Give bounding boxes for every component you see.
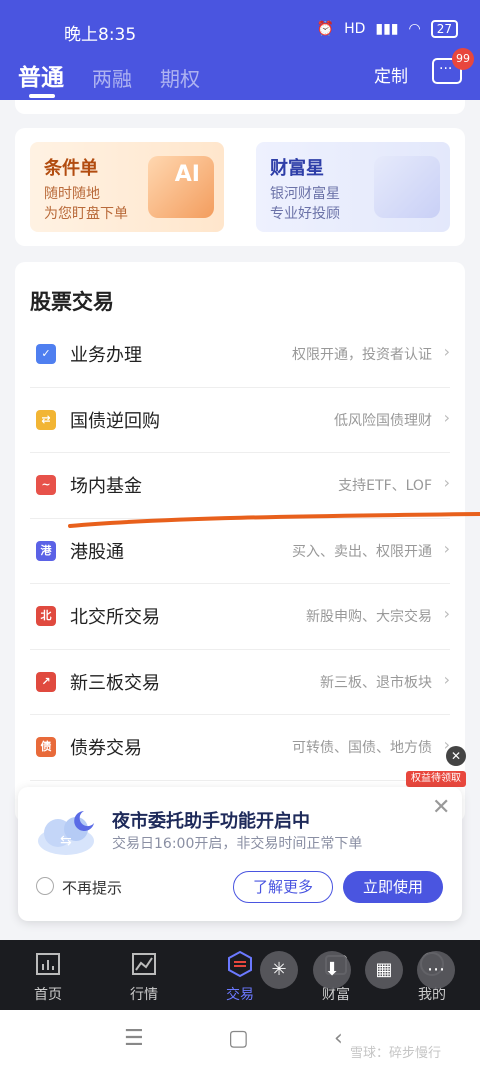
close-icon[interactable]: ✕ [432,795,450,820]
alarm-icon: ⏰ [316,21,335,37]
chevron-right-icon: › [443,407,450,427]
more-icon[interactable]: ⋯ [417,951,455,989]
item-desc: 低风险国债理财 [334,412,432,429]
use-now-button[interactable]: 立即使用 [343,871,443,903]
tab-margin[interactable]: 两融 [92,63,132,92]
trade-mode-tabs: 普通 两融 期权 [18,56,200,92]
chevron-right-icon: › [443,604,450,623]
stock-trading-card: 股票交易 ✓ 业务办理 权限开通，投资者认证 › ⇄ 国债逆回购 低风险国债理财… [15,262,465,822]
trade-icon [228,950,252,978]
list-item[interactable]: ✓ 业务办理 权限开通，投资者认证 › [30,322,450,388]
download-icon[interactable]: ⬇ [313,951,351,989]
chevron-right-icon: › [443,473,450,492]
bond-repo-icon: ⇄ [36,409,56,430]
fund-icon: ~ [36,475,56,495]
learn-more-button[interactable]: 了解更多 [233,871,333,903]
signal-icon: ▮▮▮ [375,21,399,37]
grid-icon[interactable]: ▦ [365,951,403,989]
item-label: 国债逆回购 [70,410,160,432]
item-desc: 可转债、国债、地方债 [292,740,432,756]
neeq-icon: ↗ [36,671,56,692]
item-label: 业务办理 [70,345,142,366]
message-badge: 99 [452,48,474,70]
tab-options[interactable]: 期权 [160,63,200,92]
chevron-right-icon: › [443,669,450,689]
popup-subtitle: 交易日16:00开启，非交易时间正常下单 [112,836,363,852]
hd-label: HD [344,21,366,37]
item-label: 新三板交易 [70,672,160,694]
battery-icon: 27 [430,20,458,38]
customize-button[interactable]: 定制 [374,62,408,87]
status-bar: 晚上8:35 ⏰ HD ▮▮▮ ◠ 27 [64,18,458,46]
dont-show-radio[interactable] [36,877,54,895]
promo-card: 条件单 随时随地 为您盯盘下单 AI 财富星 银河财富星 专业好投顾 [15,128,465,246]
list-item[interactable]: 债 债券交易 可转债、国债、地方债 › [30,715,450,781]
recent-apps-icon[interactable]: ☰ [124,1026,144,1051]
item-label: 场内基金 [70,476,142,497]
item-desc: 买入、卖出、权限开通 [292,543,432,560]
chevron-right-icon: › [443,538,450,558]
app-header: 晚上8:35 ⏰ HD ▮▮▮ ◠ 27 普通 两融 期权 定制 99 [0,0,480,100]
item-label: 债券交易 [70,738,142,759]
list-item[interactable]: ↗ 新三板交易 新三板、退市板块 › [30,650,450,715]
wifi-icon: ◠ [408,21,421,37]
home-chart-icon [36,953,60,975]
bond-icon: 债 [36,737,56,757]
item-desc: 新三板、退市板块 [320,674,432,691]
list-item[interactable]: 北 北交所交易 新股申购、大宗交易 › [30,584,450,650]
nav-label: 行情 [130,987,158,1003]
cloud-icon: ⇆ [38,811,94,855]
item-label: 港股通 [70,541,124,563]
pinwheel-icon[interactable]: ✳ [260,951,298,989]
item-label: 北交所交易 [70,607,160,628]
stock-trading-list: ✓ 业务办理 权限开通，投资者认证 › ⇄ 国债逆回购 低风险国债理财 › ~ … [15,322,465,781]
hk-connect-icon: 港 [36,540,56,561]
home-icon[interactable]: ▢ [228,1026,249,1051]
chevron-right-icon: › [443,342,450,361]
clipboard-icon: ✓ [36,344,56,364]
status-icons: ⏰ HD ▮▮▮ ◠ 27 [317,20,458,38]
watermark: 雪球：碎步慢行 [350,1046,442,1061]
gift-tag[interactable]: 权益待领取 [406,771,466,787]
card-top-remnant [15,100,465,114]
promo-wealth-star[interactable]: 财富星 银河财富星 专业好投顾 [256,142,450,232]
tab-normal[interactable]: 普通 [18,58,64,92]
night-order-popup: ⇆ 夜市委托助手功能开启中 交易日16:00开启，非交易时间正常下单 ✕ 不再提… [18,787,462,921]
advisor-illustration-icon [374,156,440,218]
bse-icon: 北 [36,606,56,626]
market-chart-icon [132,953,156,975]
item-desc: 权限开通，投资者认证 [292,347,432,363]
section-title: 股票交易 [30,290,114,314]
item-desc: 支持ETF、LOF [338,478,432,494]
promo-conditional-order[interactable]: 条件单 随时随地 为您盯盘下单 AI [30,142,224,232]
bottom-nav: 首页 行情 交易 财富 我的 [0,940,480,1010]
gift-close-icon[interactable]: ✕ [446,746,466,766]
nav-label: 首页 [34,987,62,1003]
active-tab-indicator [29,94,55,98]
status-time: 晚上8:35 [64,25,137,45]
ai-illustration-text: AI [174,162,200,187]
dont-show-label[interactable]: 不再提示 [62,877,122,898]
back-icon[interactable]: ‹ [334,1026,343,1051]
nav-market[interactable]: 行情 [96,940,192,1010]
nav-home[interactable]: 首页 [0,940,96,1010]
annotation-stroke [68,512,480,528]
list-item[interactable]: ⇄ 国债逆回购 低风险国债理财 › [30,388,450,453]
popup-title: 夜市委托助手功能开启中 [112,811,310,832]
svg-text:⇆: ⇆ [60,833,72,849]
item-desc: 新股申购、大宗交易 [306,609,432,625]
